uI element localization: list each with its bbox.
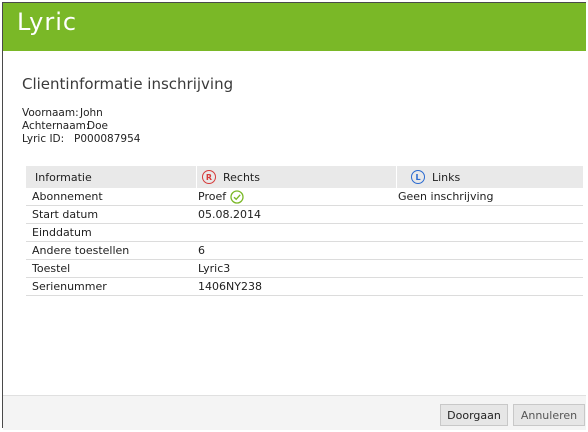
row-right-value: 6	[198, 244, 205, 257]
last-name-value: Doe	[87, 120, 108, 132]
table-row: Start datum 05.08.2014	[26, 206, 583, 224]
left-ear-icon: L	[411, 170, 425, 184]
row-left-value: Geen inschrijving	[398, 190, 494, 203]
lyric-id-value: P000087954	[74, 133, 141, 145]
column-header-right-label: Rechts	[223, 170, 260, 184]
column-header-left: L Links	[396, 166, 583, 188]
row-label: Start datum	[32, 208, 99, 221]
column-header-right: R Rechts	[196, 166, 396, 188]
row-right-value: Proef	[196, 189, 396, 204]
first-name-row: Voornaam: John	[22, 107, 140, 120]
table-row: Serienummer 1406NY238	[26, 278, 583, 296]
table-row: Toestel Lyric3	[26, 260, 583, 278]
row-right-value: 05.08.2014	[198, 208, 261, 221]
row-label: Toestel	[32, 262, 71, 275]
client-info: Voornaam: John Achternaam: Doe Lyric ID:…	[22, 107, 140, 146]
lyric-logo: Lyric	[17, 8, 78, 36]
cancel-button[interactable]: Annuleren	[513, 404, 585, 426]
row-label: Serienummer	[32, 280, 107, 293]
app-header: Lyric	[3, 3, 586, 51]
continue-button[interactable]: Doorgaan	[440, 404, 508, 426]
enrollment-window: Lyric Clientinformatie inschrijving Voor…	[2, 2, 586, 430]
row-label: Andere toestellen	[32, 244, 130, 257]
dialog-footer: Doorgaan Annuleren	[3, 395, 586, 430]
lyric-id-row: Lyric ID: P000087954	[22, 133, 140, 146]
check-circle-icon	[230, 189, 244, 204]
row-right-value: Lyric3	[198, 262, 231, 275]
table-row: Andere toestellen 6	[26, 242, 583, 260]
table-row: Abonnement Proef Geen inschrijving	[26, 188, 583, 206]
row-label: Einddatum	[32, 226, 92, 239]
column-header-info: Informatie	[35, 170, 92, 184]
page-title: Clientinformatie inschrijving	[22, 75, 234, 93]
first-name-label: Voornaam:	[22, 107, 79, 119]
subscription-table: Informatie R Rechts L Links Abonnement P…	[26, 166, 583, 296]
row-right-text: Proef	[198, 190, 227, 203]
last-name-row: Achternaam: Doe	[22, 120, 140, 133]
table-header: Informatie R Rechts L Links	[26, 166, 583, 188]
row-right-value: 1406NY238	[198, 280, 262, 293]
right-ear-icon: R	[202, 170, 216, 184]
column-header-left-label: Links	[432, 170, 461, 184]
last-name-label: Achternaam:	[22, 120, 90, 132]
table-row: Einddatum	[26, 224, 583, 242]
row-label: Abonnement	[32, 190, 103, 203]
lyric-id-label: Lyric ID:	[22, 133, 65, 145]
first-name-value: John	[80, 107, 103, 119]
